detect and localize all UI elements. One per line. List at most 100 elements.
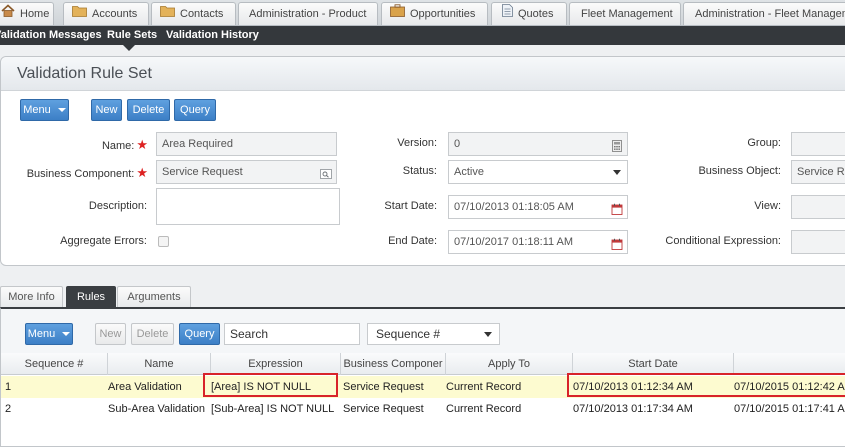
tab-contacts[interactable]: Contacts (151, 2, 236, 25)
list-query-button[interactable]: Query (179, 323, 220, 345)
column-header-business-component[interactable]: Business Componer (341, 353, 446, 375)
subnav-validation-history[interactable]: Validation History (166, 29, 259, 41)
column-header-sequence[interactable]: Sequence # (1, 353, 108, 375)
name-field[interactable]: Area Required (156, 132, 337, 156)
form-menu-button[interactable]: Menu (20, 99, 69, 121)
expression-highlight-box (203, 373, 338, 397)
tab-opportunities[interactable]: Opportunities (381, 2, 488, 25)
column-header-start-date[interactable]: Start Date (573, 353, 734, 375)
screen-subnav: Validation Messages Rule Sets Validation… (0, 26, 845, 45)
form-title: Validation Rule Set (1, 57, 845, 91)
aggregate-errors-label: Aggregate Errors: (60, 235, 147, 247)
folder-icon (160, 3, 175, 25)
business-component-label: Business Component: ★ (26, 165, 148, 180)
tab-administration-product-label: Administration - Product (249, 8, 367, 20)
table-row[interactable]: 2 Sub-Area Validation [Sub-Area] IS NOT … (1, 398, 845, 420)
chevron-down-icon (62, 332, 71, 337)
cell-name: Area Validation (108, 381, 182, 393)
group-label: Group: (747, 137, 781, 149)
tab-rules[interactable]: Rules (66, 286, 116, 307)
view-field[interactable] (791, 195, 845, 219)
end-date-field[interactable]: 07/10/2017 01:18:11 AM (448, 230, 628, 254)
cell-apply-to: Current Record (446, 403, 522, 415)
form-query-button[interactable]: Query (174, 99, 216, 121)
end-date-label: End Date: (388, 235, 437, 247)
version-field[interactable]: 0 (448, 132, 628, 156)
tab-administration-product[interactable]: Administration - Product (238, 2, 378, 25)
subnav-validation-messages[interactable]: Validation Messages (0, 29, 102, 41)
calendar-icon[interactable] (611, 236, 623, 250)
tab-contacts-label: Contacts (180, 8, 224, 20)
list-menu-button[interactable]: Menu (25, 323, 73, 345)
cell-expression: [Sub-Area] IS NOT NULL (211, 403, 335, 415)
version-value: 0 (454, 138, 461, 150)
validation-rule-set-form: Validation Rule Set Menu New Delete Quer… (0, 56, 845, 266)
tab-home[interactable]: Home (0, 2, 54, 25)
list-menu-button-label: Menu (27, 328, 56, 340)
subnav-active-indicator (123, 45, 135, 51)
cell-name: Sub-Area Validation (108, 403, 206, 415)
grid-header: Sequence # Name Expression Business Comp… (1, 353, 845, 375)
search-input[interactable]: Search (224, 323, 360, 345)
tab-quotes-label: Quotes (518, 8, 554, 20)
sort-field-select[interactable]: Sequence # (367, 323, 500, 345)
business-object-field[interactable]: Service R (791, 160, 845, 184)
required-star-icon: ★ (136, 165, 148, 180)
tab-fleet-management-label: Fleet Management (581, 8, 673, 20)
column-header-end-date[interactable]: E (734, 353, 845, 375)
column-header-name[interactable]: Name (108, 353, 211, 375)
business-object-label: Business Object: (698, 165, 781, 177)
start-date-value: 07/10/2013 01:18:05 AM (454, 201, 574, 213)
business-component-value: Service Request (162, 166, 243, 178)
form-delete-button[interactable]: Delete (127, 99, 170, 121)
tab-quotes[interactable]: Quotes (491, 2, 567, 25)
opportunity-icon (390, 3, 405, 25)
name-label: Name: ★ (101, 137, 148, 152)
description-textarea[interactable] (156, 188, 340, 225)
cell-sequence: 1 (5, 381, 12, 393)
chevron-down-icon (484, 332, 492, 337)
cell-business-component: Service Request (343, 381, 424, 393)
start-date-label: Start Date: (384, 200, 437, 212)
form-menu-button-label: Menu (23, 104, 51, 116)
cell-apply-to: Current Record (446, 381, 522, 393)
tab-opportunities-label: Opportunities (410, 8, 476, 20)
description-label: Description: (88, 200, 147, 212)
end-date-value: 07/10/2017 01:18:11 AM (454, 236, 574, 248)
status-label: Status: (402, 165, 437, 177)
tab-accounts[interactable]: Accounts (63, 2, 149, 25)
aggregate-errors-checkbox[interactable] (158, 236, 169, 247)
tab-administration-fleet-management-label: Administration - Fleet Managem (695, 8, 845, 20)
view-label: View: (754, 200, 781, 212)
column-header-apply-to[interactable]: Apply To (446, 353, 573, 375)
subnav-rule-sets[interactable]: Rule Sets (107, 29, 157, 41)
form-new-button[interactable]: New (91, 99, 122, 121)
calculator-icon[interactable] (611, 138, 623, 152)
calendar-icon[interactable] (611, 201, 623, 215)
list-delete-button[interactable]: Delete (131, 323, 174, 345)
group-field[interactable] (791, 132, 845, 156)
pick-list-icon[interactable] (320, 166, 332, 179)
tab-administration-fleet-management[interactable]: Administration - Fleet Managem (683, 2, 845, 25)
home-icon (1, 3, 15, 25)
business-component-field[interactable]: Service Request (156, 160, 337, 184)
top-tab-bar: Home Accounts Contacts Administration - … (0, 0, 845, 26)
dates-highlight-box (567, 373, 845, 397)
cell-end-date: 07/10/2015 01:17:41 AM (734, 403, 845, 415)
cell-sequence: 2 (5, 403, 12, 415)
document-icon (502, 3, 513, 25)
conditional-expression-field[interactable] (791, 230, 845, 254)
folder-icon (72, 3, 87, 25)
column-header-expression[interactable]: Expression (211, 353, 341, 375)
sort-field-value: Sequence # (376, 327, 441, 341)
status-select[interactable]: Active (448, 160, 628, 184)
tab-arguments[interactable]: Arguments (117, 286, 191, 307)
list-toolbar: Menu New Delete Query Search Sequence # (1, 309, 845, 353)
tab-more-info[interactable]: More Info (0, 286, 63, 307)
start-date-field[interactable]: 07/10/2013 01:18:05 AM (448, 195, 628, 219)
required-star-icon: ★ (136, 137, 148, 152)
version-label: Version: (397, 137, 437, 149)
tab-fleet-management[interactable]: Fleet Management (569, 2, 681, 25)
list-new-button[interactable]: New (95, 323, 126, 345)
chevron-down-icon (57, 108, 66, 113)
